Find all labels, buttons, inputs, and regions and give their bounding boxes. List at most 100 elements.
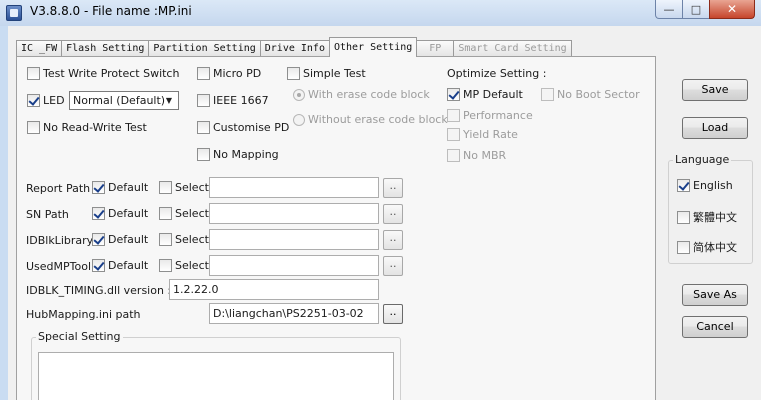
language-group: Language English 繁體中文 简体中文 [668, 153, 753, 264]
language-title: Language [673, 153, 732, 166]
checkbox-label: Default [108, 259, 149, 272]
application-window: V3.8.8.0 - File name :MP.ini — □ ✕ IC _F… [0, 0, 761, 400]
checkbox-label: Test Write Protect Switch [43, 67, 180, 80]
with-erase-code-block-radio[interactable]: With erase code block [293, 88, 430, 101]
language-english-checkbox[interactable]: English [677, 179, 733, 192]
hubmapping-browse-button[interactable]: .. [383, 304, 403, 324]
optimize-setting-title: Optimize Setting : [447, 67, 547, 80]
window-title: V3.8.8.0 - File name :MP.ini [30, 4, 192, 18]
idblk-timing-field[interactable]: 1.2.22.0 [169, 279, 379, 300]
tab-smart-card-setting[interactable]: Smart Card Setting [453, 40, 572, 57]
maximize-button[interactable]: □ [682, 0, 710, 19]
sn-path-input[interactable] [209, 203, 379, 224]
radio-label: Without erase code block [308, 113, 448, 126]
tab-partition-setting[interactable]: Partition Setting [148, 40, 261, 57]
sn-path-select-checkbox[interactable]: Select [159, 207, 209, 220]
language-simplified-chinese-checkbox[interactable]: 简体中文 [677, 239, 737, 255]
micro-pd-checkbox[interactable]: Micro PD [197, 67, 261, 80]
radio-circle [293, 88, 305, 101]
idblk-timing-label: IDBLK_TIMING.dll version : [26, 284, 172, 297]
report-path-default-checkbox[interactable]: Default [92, 181, 148, 194]
idblklibrary-default-checkbox[interactable]: Default [92, 233, 148, 246]
idblklibrary-browse-button[interactable]: .. [383, 230, 403, 250]
usedmptool-browse-button[interactable]: .. [383, 256, 403, 276]
led-checkbox[interactable]: LED [27, 94, 65, 107]
checkbox-box [447, 149, 460, 162]
checkbox-box [541, 88, 554, 101]
no-read-write-test-checkbox[interactable]: No Read-Write Test [27, 121, 147, 134]
checkbox-box [92, 259, 105, 272]
report-path-input[interactable] [209, 177, 379, 198]
checkbox-label: Select [175, 233, 209, 246]
checkbox-box [677, 179, 690, 192]
checkbox-box [447, 88, 460, 101]
checkbox-label: 简体中文 [693, 241, 737, 254]
checkbox-label: IEEE 1667 [213, 94, 269, 107]
tab-drive-info[interactable]: Drive Info [259, 40, 330, 57]
checkbox-label: 繁體中文 [693, 211, 737, 224]
client-area: IC _FW Flash Setting Partition Setting D… [8, 26, 761, 400]
checkbox-box [27, 121, 40, 134]
customise-pd-checkbox[interactable]: Customise PD [197, 121, 289, 134]
report-path-browse-button[interactable]: .. [383, 178, 403, 198]
language-traditional-chinese-checkbox[interactable]: 繁體中文 [677, 209, 737, 225]
tab-strip: IC _FW Flash Setting Partition Setting D… [16, 37, 572, 57]
no-mbr-checkbox[interactable]: No MBR [447, 149, 506, 162]
checkbox-box [287, 67, 300, 80]
sn-path-browse-button[interactable]: .. [383, 204, 403, 224]
radio-circle [293, 113, 305, 126]
idblklibrary-label: IDBlkLibrary: [26, 234, 97, 247]
simple-test-checkbox[interactable]: Simple Test [287, 67, 366, 80]
checkbox-box [197, 148, 210, 161]
hubmapping-input[interactable]: D:\liangchan\PS2251-03-02 [209, 303, 379, 324]
checkbox-box [92, 181, 105, 194]
idblklibrary-select-checkbox[interactable]: Select [159, 233, 209, 246]
idblklibrary-input[interactable] [209, 229, 379, 250]
sn-path-label: SN Path [26, 208, 69, 221]
checkbox-box [159, 233, 172, 246]
app-icon [6, 5, 22, 21]
no-boot-sector-checkbox[interactable]: No Boot Sector [541, 88, 640, 101]
without-erase-code-block-radio[interactable]: Without erase code block [293, 113, 448, 126]
test-write-protect-switch-checkbox[interactable]: Test Write Protect Switch [27, 67, 179, 80]
checkbox-label: LED [43, 94, 65, 107]
checkbox-label: No Read-Write Test [43, 121, 147, 134]
usedmptool-default-checkbox[interactable]: Default [92, 259, 148, 272]
ieee-1667-checkbox[interactable]: IEEE 1667 [197, 94, 269, 107]
performance-checkbox[interactable]: Performance [447, 109, 533, 122]
checkbox-label: Performance [463, 109, 533, 122]
mp-default-checkbox[interactable]: MP Default [447, 88, 523, 101]
checkbox-box [447, 128, 460, 141]
tab-other-setting[interactable]: Other Setting [328, 37, 418, 57]
load-button[interactable]: Load [682, 117, 748, 139]
checkbox-box [197, 94, 210, 107]
special-setting-textarea[interactable] [38, 352, 394, 400]
tab-fp[interactable]: FP [416, 40, 455, 57]
window-controls: — □ ✕ [655, 0, 755, 20]
other-setting-panel: Test Write Protect Switch LED Normal (De… [16, 56, 656, 400]
usedmptool-input[interactable] [209, 255, 379, 276]
sn-path-default-checkbox[interactable]: Default [92, 207, 148, 220]
checkbox-box [159, 181, 172, 194]
checkbox-label: Select [175, 207, 209, 220]
close-button[interactable]: ✕ [709, 0, 755, 19]
tab-ic-fw[interactable]: IC _FW [16, 40, 63, 57]
checkbox-box [197, 67, 210, 80]
checkbox-label: MP Default [463, 88, 523, 101]
radio-label: With erase code block [308, 88, 430, 101]
no-mapping-checkbox[interactable]: No Mapping [197, 148, 279, 161]
led-mode-select[interactable]: Normal (Default) ▼ [69, 91, 179, 110]
checkbox-label: No Mapping [213, 148, 279, 161]
tab-flash-setting[interactable]: Flash Setting [61, 40, 150, 57]
checkbox-box [677, 240, 690, 254]
save-as-button[interactable]: Save As [682, 284, 748, 306]
yield-rate-checkbox[interactable]: Yield Rate [447, 128, 518, 141]
cancel-button[interactable]: Cancel [682, 316, 748, 338]
chevron-down-icon: ▼ [165, 96, 173, 105]
report-path-select-checkbox[interactable]: Select [159, 181, 209, 194]
checkbox-label: Select [175, 181, 209, 194]
checkbox-label: Default [108, 233, 149, 246]
minimize-button[interactable]: — [655, 0, 683, 19]
usedmptool-select-checkbox[interactable]: Select [159, 259, 209, 272]
save-button[interactable]: Save [682, 79, 748, 101]
